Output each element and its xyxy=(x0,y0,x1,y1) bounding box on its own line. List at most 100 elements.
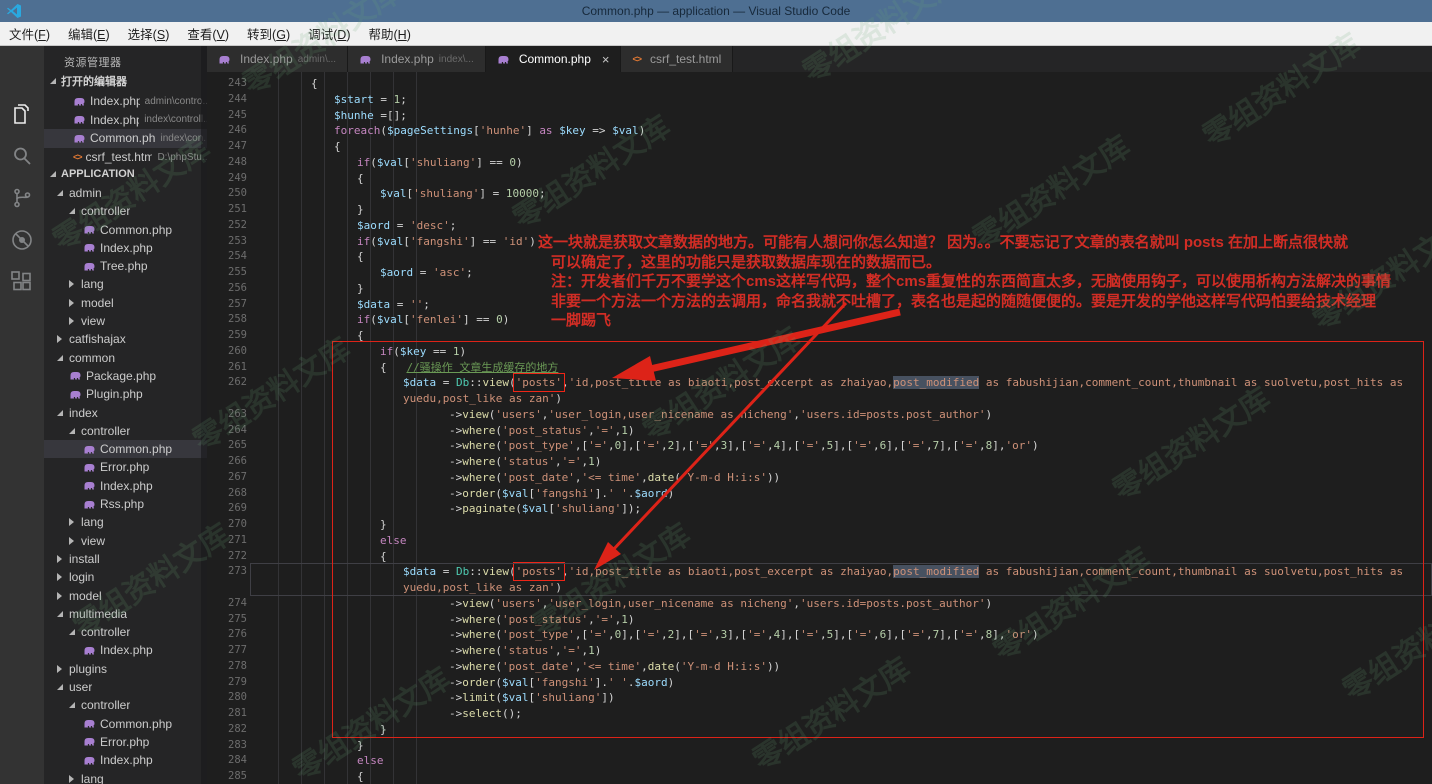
tree-folder-item[interactable]: lang xyxy=(44,275,207,293)
code-token: , xyxy=(767,439,774,452)
line-number: 285 xyxy=(207,769,247,784)
menu-item-h[interactable]: 帮助(H) xyxy=(360,24,420,43)
code-token: ],[ xyxy=(621,439,641,452)
code-token: $key xyxy=(559,124,586,137)
code-token: ) xyxy=(628,613,635,626)
code-token: 'id' xyxy=(503,235,530,248)
code-line: 259{ xyxy=(207,328,1432,344)
tab-close-icon[interactable]: × xyxy=(602,53,610,66)
line-number: 262 xyxy=(207,375,247,391)
open-editor-item[interactable]: Index.phpindex\controll... xyxy=(44,111,207,130)
tree-folder-item[interactable]: lang xyxy=(44,769,207,784)
code-token: -> xyxy=(449,487,462,500)
code-token: -> xyxy=(449,660,462,673)
tree-folder-item[interactable]: common xyxy=(44,349,207,367)
tree-folder-item[interactable]: login xyxy=(44,568,207,586)
code-token: ],[ xyxy=(674,439,694,452)
tree-file-item[interactable]: Tree.php xyxy=(44,257,207,275)
code-token: $aord xyxy=(357,219,390,232)
tree-folder-item[interactable]: multimedia xyxy=(44,605,207,623)
tree-folder-item[interactable]: controller xyxy=(44,696,207,714)
code-token: $val xyxy=(522,502,549,515)
open-editor-item[interactable]: Common.phpindex\con... xyxy=(44,129,207,148)
code-line-content: ->where('post_status','=',1) xyxy=(265,423,634,439)
code-token: , xyxy=(820,439,827,452)
tree-folder-item[interactable]: model xyxy=(44,586,207,604)
source-control-icon[interactable] xyxy=(10,186,34,215)
tree-item-label: lang xyxy=(81,772,104,784)
tree-folder-item[interactable]: view xyxy=(44,532,207,550)
tree-folder-item[interactable]: user xyxy=(44,678,207,696)
tree-folder-item[interactable]: catfishajax xyxy=(44,330,207,348)
tree-folder-item[interactable]: view xyxy=(44,312,207,330)
tree-folder-item[interactable]: plugins xyxy=(44,660,207,678)
code-token: == xyxy=(426,345,453,358)
extensions-icon[interactable] xyxy=(10,270,34,299)
code-token: '=' xyxy=(694,628,714,641)
tree-file-item[interactable]: Common.php xyxy=(44,220,207,238)
tree-file-item[interactable]: Common.php xyxy=(44,440,207,458)
line-number: 268 xyxy=(207,486,247,502)
tree-file-item[interactable]: Error.php xyxy=(44,458,207,476)
code-token: ],[ xyxy=(886,628,906,641)
code-token: 'users' xyxy=(495,597,541,610)
tree-file-item[interactable]: Rss.php xyxy=(44,495,207,513)
tab-csrf-test-html[interactable]: <>csrf_test.html xyxy=(621,46,733,72)
line-number: 269 xyxy=(207,501,247,517)
tree-folder-item[interactable]: install xyxy=(44,550,207,568)
tree-file-item[interactable]: Package.php xyxy=(44,367,207,385)
tree-folder-item[interactable]: controller xyxy=(44,202,207,220)
code-token: where xyxy=(462,439,495,452)
code-token: where xyxy=(462,644,495,657)
code-token: ) xyxy=(595,644,602,657)
tree-file-item[interactable]: Index.php xyxy=(44,239,207,257)
code-token: , xyxy=(608,628,615,641)
code-token: ( xyxy=(509,376,516,389)
tree-file-item[interactable]: Common.php xyxy=(44,715,207,733)
editor-area: Index.phpadmin\...Index.phpindex\...Comm… xyxy=(207,46,1432,784)
menu-item-s[interactable]: 选择(S) xyxy=(119,24,179,43)
project-section-header[interactable]: APPLICATION xyxy=(44,165,207,183)
code-token: as fabushijian,comment_count,thumbnail a… xyxy=(979,376,1403,389)
tree-folder-item[interactable]: controller xyxy=(44,623,207,641)
tree-folder-item[interactable]: admin xyxy=(44,184,207,202)
tree-file-item[interactable]: Index.php xyxy=(44,641,207,659)
menu-item-g[interactable]: 转到(G) xyxy=(238,24,299,43)
explorer-icon[interactable] xyxy=(10,102,34,131)
highlighted-token-post-modified: post_modified xyxy=(893,376,979,389)
code-token: { xyxy=(380,550,387,563)
line-number: 261 xyxy=(207,360,247,376)
menu-item-d[interactable]: 调试(D) xyxy=(299,24,359,43)
tab-common-php[interactable]: Common.php× xyxy=(486,46,622,72)
tab-index-php[interactable]: Index.phpindex\... xyxy=(348,46,486,72)
explorer-sidebar: 资源管理器 打开的编辑器 Index.phpadmin\contro...Ind… xyxy=(44,46,207,784)
tree-folder-item[interactable]: index xyxy=(44,403,207,421)
menu-item-e[interactable]: 编辑(E) xyxy=(59,24,119,43)
php-file-icon xyxy=(218,54,231,65)
tree-file-item[interactable]: Index.php xyxy=(44,477,207,495)
code-editor[interactable]: 243{244$start = 1;245$hunhe =[];246forea… xyxy=(207,72,1432,784)
code-token: order xyxy=(462,676,495,689)
menu-item-v[interactable]: 查看(V) xyxy=(178,24,238,43)
tab-index-php[interactable]: Index.phpadmin\... xyxy=(207,46,348,72)
search-icon[interactable] xyxy=(10,144,34,173)
code-token: , xyxy=(926,439,933,452)
tree-folder-item[interactable]: lang xyxy=(44,513,207,531)
debug-icon[interactable] xyxy=(10,228,34,257)
php-file-icon xyxy=(69,389,82,400)
tree-file-item[interactable]: Index.php xyxy=(44,751,207,769)
open-editors-header[interactable]: 打开的编辑器 xyxy=(44,72,207,90)
tree-file-item[interactable]: Plugin.php xyxy=(44,385,207,403)
menu-item-f[interactable]: 文件(F) xyxy=(0,24,59,43)
code-token: ' ' xyxy=(608,487,628,500)
php-file-icon xyxy=(69,370,82,381)
tree-item-label: controller xyxy=(81,204,130,218)
code-line: 278->where('post_date','<= time',date('Y… xyxy=(207,659,1432,675)
open-editor-item[interactable]: Index.phpadmin\contro... xyxy=(44,92,207,111)
code-token: ( xyxy=(495,644,502,657)
tree-folder-item[interactable]: controller xyxy=(44,422,207,440)
open-editor-item[interactable]: <>csrf_test.htmlD:\phpStu... xyxy=(44,148,207,167)
tree-folder-item[interactable]: model xyxy=(44,294,207,312)
tree-file-item[interactable]: Error.php xyxy=(44,733,207,751)
code-line: 244$start = 1; xyxy=(207,92,1432,108)
